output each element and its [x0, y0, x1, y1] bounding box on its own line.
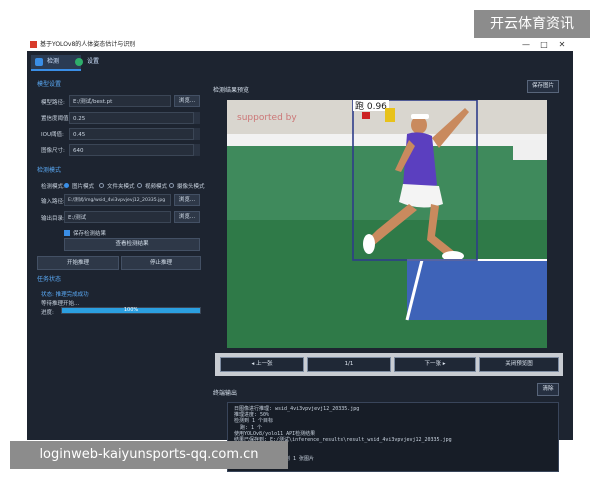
- app-icon: [30, 41, 37, 48]
- output-browse-button[interactable]: 浏览...: [174, 211, 200, 223]
- radio-camera-mode[interactable]: 摄像头模式: [169, 182, 205, 190]
- radio-label: 视频模式: [145, 184, 168, 190]
- imgsz-stepper[interactable]: [193, 144, 200, 156]
- tab-settings[interactable]: 设置: [71, 55, 121, 69]
- imgsz-label: 图像尺寸:: [41, 148, 65, 154]
- progress-label: 进度:: [41, 310, 54, 316]
- iou-stepper[interactable]: [193, 128, 200, 140]
- mode-label: 检测模式:: [41, 184, 65, 190]
- conf-stepper[interactable]: [193, 112, 200, 124]
- progress-bar: 100%: [61, 307, 201, 314]
- preview-header: 检测结果预览: [213, 87, 250, 94]
- conf-input[interactable]: 0.25: [69, 112, 199, 124]
- radio-label: 图片模式: [72, 184, 95, 190]
- output-dir-label: 输出目录:: [41, 216, 65, 222]
- input-path-field[interactable]: E:/测试/img/wsid_4vi3vpvjevj12_20335.jpg: [64, 194, 171, 206]
- terminal-header: 终端输出: [213, 390, 238, 397]
- detection-label: 跑 0.96: [355, 100, 387, 112]
- watermark-bottom: loginweb-kaiyunsports-qq.com.cn: [10, 441, 288, 469]
- check-icon: [35, 58, 43, 66]
- radio-dot: [99, 183, 104, 188]
- view-results-button[interactable]: 查看检测结果: [64, 238, 200, 251]
- window-title: 基于YOLOv8的人体姿态估计与识别: [40, 41, 136, 48]
- gear-icon: [75, 58, 83, 66]
- conf-label: 置信度阈值:: [41, 116, 71, 122]
- clear-terminal-button[interactable]: 清除: [537, 383, 559, 396]
- input-path-label: 输入路径:: [41, 199, 65, 205]
- start-inference-button[interactable]: 开始推理: [37, 256, 119, 270]
- image-counter: 1/1: [307, 357, 391, 372]
- radio-label: 文件夹模式: [107, 184, 135, 190]
- app-window: 基于YOLOv8的人体姿态估计与识别 — □ ✕ 检测 设置 模型设置 模型路径…: [27, 38, 573, 472]
- stop-inference-button[interactable]: 停止推理: [121, 256, 201, 270]
- minimize-button[interactable]: —: [519, 38, 533, 51]
- tab-settings-label: 设置: [87, 58, 100, 65]
- iou-input[interactable]: 0.45: [69, 128, 199, 140]
- checkbox-label: 保存检测结果: [73, 231, 107, 237]
- radio-dot: [169, 183, 174, 188]
- detection-image: supported by 跑 0.96: [227, 100, 547, 348]
- preview-panel: 检测结果预览 保存图片 supported by 跑 0.96 ◂ 上一张 1/…: [207, 72, 569, 472]
- prev-image-button[interactable]: ◂ 上一张: [220, 357, 304, 372]
- radio-video-mode[interactable]: 视频模式: [137, 182, 167, 190]
- tennis-scene: supported by 跑 0.96: [227, 100, 547, 348]
- model-path-input[interactable]: E:/测试/best.pt: [69, 95, 171, 107]
- tab-bar: 检测 设置: [31, 55, 231, 71]
- model-path-label: 模型路径:: [41, 100, 65, 106]
- tab-detect-label: 检测: [47, 58, 60, 65]
- radio-label: 摄像头模式: [177, 184, 205, 190]
- maximize-button[interactable]: □: [537, 38, 551, 51]
- save-results-checkbox[interactable]: 保存检测结果: [64, 229, 106, 237]
- title-bar: 基于YOLOv8的人体姿态估计与识别 — □ ✕: [27, 38, 573, 51]
- model-browse-button[interactable]: 浏览...: [174, 95, 200, 107]
- progress-text: 100%: [123, 307, 139, 313]
- radio-dot: [137, 183, 142, 188]
- radio-folder-mode[interactable]: 文件夹模式: [99, 182, 135, 190]
- status-text: 状态: 推理完成成功: [41, 292, 89, 298]
- radio-dot: [64, 183, 69, 188]
- close-preview-button[interactable]: 关闭预览图: [479, 357, 559, 372]
- input-browse-button[interactable]: 浏览...: [174, 194, 200, 206]
- checkbox-box: [64, 230, 70, 236]
- output-dir-field[interactable]: E:/测试: [64, 211, 171, 223]
- save-image-button[interactable]: 保存图片: [527, 80, 559, 93]
- close-button[interactable]: ✕: [555, 38, 569, 51]
- banner-logo: supported by: [237, 113, 297, 123]
- model-settings-header: 模型设置: [37, 81, 62, 88]
- watermark-top: 开云体育资讯: [474, 10, 590, 38]
- detect-mode-header: 检测模式: [37, 167, 62, 174]
- imgsz-input[interactable]: 640: [69, 144, 199, 156]
- next-image-button[interactable]: 下一张 ▸: [394, 357, 476, 372]
- radio-image-mode[interactable]: 图片模式: [64, 182, 94, 190]
- wait-text: 等待推理开始...: [41, 301, 80, 307]
- task-status-header: 任务状态: [37, 276, 62, 283]
- iou-label: IOU阈值:: [41, 132, 64, 138]
